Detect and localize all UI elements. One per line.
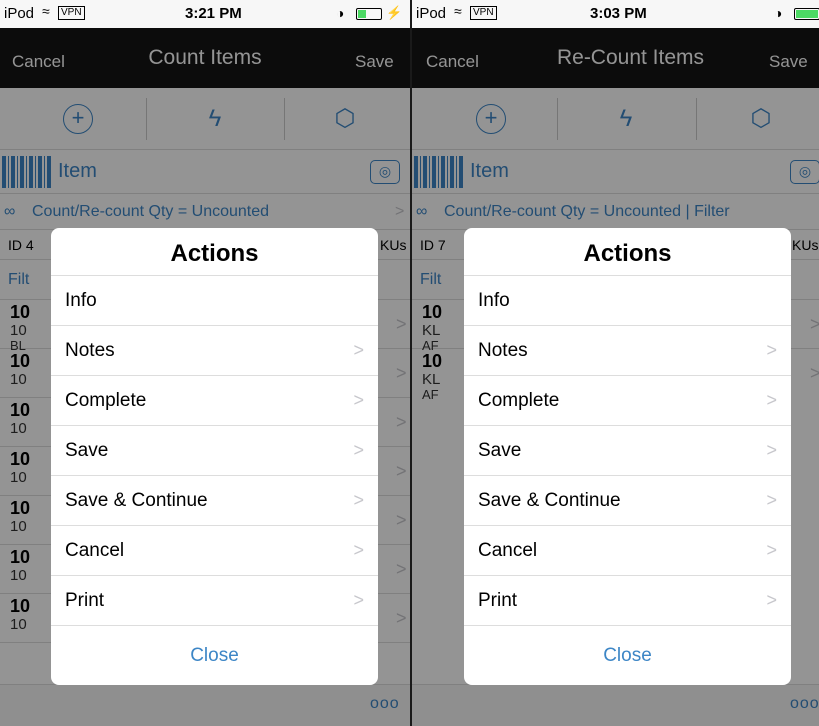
chevron-right-icon: > [353, 390, 364, 410]
action-label: Complete [478, 390, 560, 411]
carrier-label: iPod [416, 5, 447, 22]
action-complete[interactable]: Complete > [51, 376, 378, 426]
action-complete[interactable]: Complete > [464, 376, 791, 426]
close-button[interactable]: Close [464, 626, 791, 685]
action-label: Notes [65, 340, 115, 361]
action-notes[interactable]: Notes > [51, 326, 378, 376]
chevron-right-icon: > [766, 540, 777, 560]
right-screen: iPod ≈ VPN 3:03 PM ◑ Re-Count Items Canc… [412, 0, 819, 726]
action-print[interactable]: Print > [51, 576, 378, 626]
action-label: Save [65, 440, 109, 461]
action-label: Save & Continue [478, 490, 621, 511]
chevron-right-icon: > [766, 340, 777, 360]
chevron-right-icon: > [353, 440, 364, 460]
close-button[interactable]: Close [51, 626, 378, 685]
action-save[interactable]: Save > [464, 426, 791, 476]
action-label: Info [65, 290, 97, 311]
alarm-icon: ◑ [336, 5, 345, 21]
status-bar: iPod ≈ VPN 3:21 PM ◑ ⚡ [0, 0, 410, 28]
battery-icon [356, 8, 382, 20]
chevron-right-icon: > [353, 490, 364, 510]
left-screen: iPod ≈ VPN 3:21 PM ◑ ⚡ Count Items Cance… [0, 0, 410, 726]
wifi-icon: ≈ [42, 3, 50, 19]
chevron-right-icon: > [353, 590, 364, 610]
action-cancel[interactable]: Cancel > [464, 526, 791, 576]
charging-icon: ⚡ [386, 5, 403, 20]
status-bar: iPod ≈ VPN 3:03 PM ◑ [412, 0, 819, 28]
chevron-right-icon: > [766, 390, 777, 410]
action-info[interactable]: Info [51, 276, 378, 326]
action-label: Info [478, 290, 510, 311]
chevron-right-icon: > [766, 490, 777, 510]
action-label: Notes [478, 340, 528, 361]
status-time: 3:03 PM [590, 5, 647, 22]
dialog-title: Actions [464, 228, 791, 276]
actions-dialog: Actions Info Notes > Complete > Save > Save… [464, 228, 791, 685]
chevron-right-icon: > [353, 340, 364, 360]
chevron-right-icon: > [766, 440, 777, 460]
battery-icon [794, 8, 819, 20]
action-label: Save & Continue [65, 490, 208, 511]
action-label: Cancel [478, 540, 538, 561]
actions-dialog: Actions Info Notes > Complete > Save > Save… [51, 228, 378, 685]
wifi-icon: ≈ [454, 3, 462, 19]
action-notes[interactable]: Notes > [464, 326, 791, 376]
chevron-right-icon: > [353, 540, 364, 560]
action-label: Save [478, 440, 522, 461]
vpn-badge: VPN [470, 6, 497, 20]
alarm-icon: ◑ [774, 5, 783, 21]
action-label: Cancel [65, 540, 125, 561]
vpn-badge: VPN [58, 6, 85, 20]
action-info[interactable]: Info [464, 276, 791, 326]
action-label: Print [65, 590, 105, 611]
action-cancel[interactable]: Cancel > [51, 526, 378, 576]
action-save-continue[interactable]: Save & Continue > [51, 476, 378, 526]
carrier-label: iPod [4, 5, 35, 22]
action-save[interactable]: Save > [51, 426, 378, 476]
dialog-title: Actions [51, 228, 378, 276]
status-time: 3:21 PM [185, 5, 242, 22]
action-print[interactable]: Print > [464, 576, 791, 626]
action-save-continue[interactable]: Save & Continue > [464, 476, 791, 526]
action-label: Complete [65, 390, 147, 411]
chevron-right-icon: > [766, 590, 777, 610]
action-label: Print [478, 590, 518, 611]
